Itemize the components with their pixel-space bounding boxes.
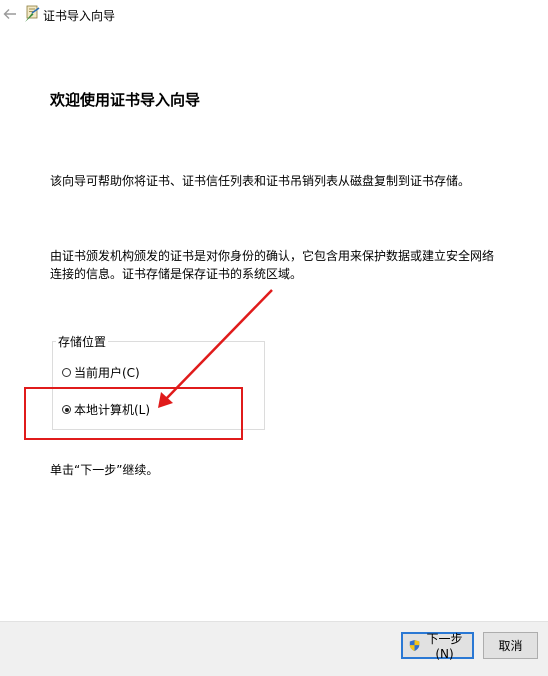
certificate-icon [25, 5, 40, 22]
continue-instruction: 单击“下一步”继续。 [50, 463, 159, 477]
cancel-button[interactable]: 取消 [483, 632, 538, 659]
radio-current-user[interactable]: 当前用户(C) [62, 364, 140, 381]
next-button-label: 下一步(N) [426, 632, 463, 661]
description-text: 由证书颁发机构颁发的证书是对你身份的确认，它包含用来保护数据或建立安全网络连接的… [50, 249, 495, 281]
uac-shield-icon [409, 639, 420, 652]
radio-label-current-user: 当前用户(C) [74, 366, 140, 380]
intro-text: 该向导可帮助你将证书、证书信任列表和证书吊销列表从磁盘复制到证书存储。 [50, 174, 471, 188]
page-heading: 欢迎使用证书导入向导 [50, 91, 201, 109]
window-title: 证书导入向导 [43, 9, 116, 23]
back-arrow-icon[interactable] [2, 6, 18, 22]
cancel-button-label: 取消 [498, 639, 523, 653]
annotation-highlight-box [24, 387, 243, 440]
title-bar: 证书导入向导 [0, 0, 548, 32]
store-location-label: 存储位置 [56, 333, 109, 350]
radio-button-current-user[interactable] [62, 368, 71, 377]
next-button[interactable]: 下一步(N) [401, 632, 474, 661]
